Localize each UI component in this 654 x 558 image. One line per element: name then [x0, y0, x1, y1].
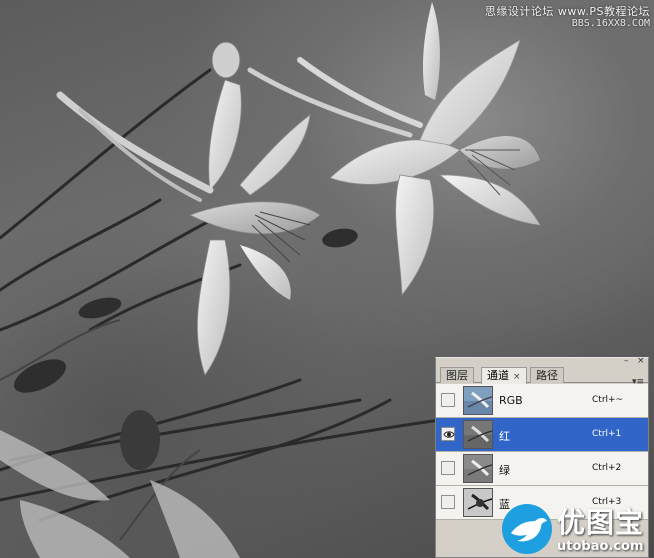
panel-close-button[interactable]: ×	[637, 356, 645, 366]
channel-shortcut: Ctrl+2	[592, 463, 622, 473]
channel-name: RGB	[499, 394, 523, 407]
channel-thumbnail	[463, 386, 493, 415]
channel-shortcut: Ctrl+~	[592, 395, 624, 405]
watermark: 思缘设计论坛 www.PS教程论坛 BBS.16XX8.COM	[485, 3, 650, 29]
watermark-line1: 思缘设计论坛 www.PS教程论坛	[484, 5, 650, 18]
eye-icon	[443, 431, 455, 438]
visibility-toggle[interactable]	[441, 427, 455, 441]
channel-row-green[interactable]: 绿 Ctrl+2	[436, 452, 648, 486]
tab-channels[interactable]: 通道 ×	[481, 367, 527, 384]
channel-name: 红	[499, 430, 510, 443]
utobao-logo: 优图宝 utobao.com	[499, 497, 654, 558]
channel-thumbnail	[463, 454, 493, 483]
channel-name: 绿	[499, 464, 510, 477]
channel-row-rgb[interactable]: RGB Ctrl+~	[436, 384, 648, 418]
visibility-toggle[interactable]	[441, 393, 455, 407]
tab-paths-label: 路径	[536, 369, 558, 382]
tab-close-icon[interactable]: ×	[513, 372, 521, 382]
panel-minimize-button[interactable]: –	[624, 356, 629, 366]
visibility-toggle[interactable]	[441, 461, 455, 475]
channel-row-red[interactable]: 红 Ctrl+1	[436, 418, 648, 452]
channel-thumbnail	[463, 488, 493, 517]
logo-url-text: utobao.com	[557, 539, 644, 554]
bird-logo-icon	[502, 504, 552, 554]
tab-paths[interactable]: 路径	[530, 367, 564, 383]
visibility-toggle[interactable]	[441, 495, 455, 509]
channel-shortcut: Ctrl+1	[592, 429, 622, 439]
channel-thumbnail	[463, 420, 493, 449]
logo-brand-text: 优图宝	[557, 506, 645, 539]
tab-channels-label: 通道	[487, 369, 509, 382]
watermark-line2: BBS.16XX8.COM	[571, 18, 650, 29]
tab-layers-label: 图层	[446, 369, 468, 382]
panel-tabbar: 图层 通道 × 路径 ▾≡	[436, 366, 648, 387]
tab-layers[interactable]: 图层	[440, 367, 474, 383]
panel-titlebar[interactable]: – ×	[436, 356, 648, 366]
